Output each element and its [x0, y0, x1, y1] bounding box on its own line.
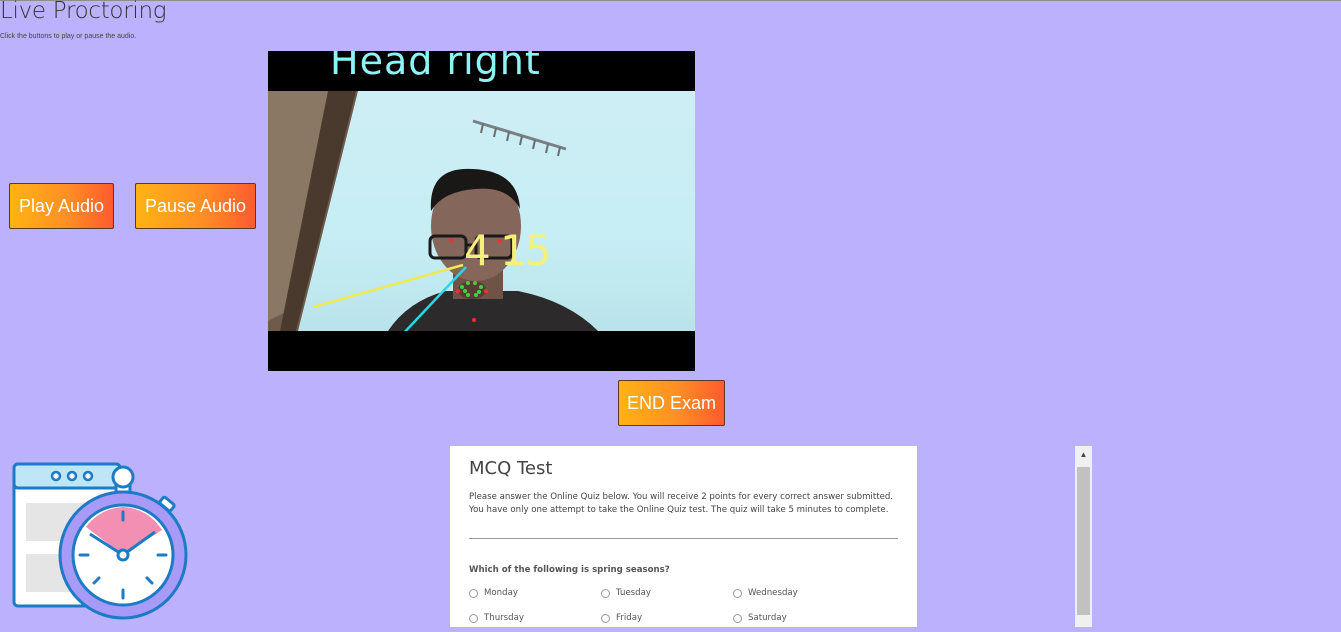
option-saturday[interactable]: Saturday	[733, 613, 787, 623]
play-audio-button[interactable]: Play Audio	[9, 183, 114, 229]
option-monday[interactable]: Monday	[469, 588, 518, 598]
option-label: Thursday	[484, 613, 524, 623]
option-label: Wednesday	[748, 588, 798, 598]
radio-saturday[interactable]	[733, 613, 742, 623]
page-subtitle: Click the buttons to play or pause the a…	[0, 33, 137, 40]
option-label: Friday	[616, 613, 643, 623]
option-friday[interactable]: Friday	[601, 613, 642, 623]
page-title: Live Proctoring	[0, 0, 167, 24]
pause-audio-button[interactable]: Pause Audio	[135, 183, 256, 229]
option-thursday[interactable]: Thursday	[469, 613, 524, 623]
quiz-description: Please answer the Online Quiz below. You…	[469, 492, 894, 515]
quiz-question: Which of the following is spring seasons…	[469, 565, 670, 575]
top-divider	[0, 0, 1341, 1]
quiz-divider	[469, 538, 898, 539]
head-direction-text: Head right	[330, 51, 541, 83]
radio-monday[interactable]	[469, 588, 478, 598]
radio-friday[interactable]	[601, 613, 610, 623]
option-label: Monday	[484, 588, 518, 598]
radio-tuesday[interactable]	[601, 588, 610, 598]
option-tuesday[interactable]: Tuesday	[601, 588, 651, 598]
stopwatch-icon	[10, 460, 200, 627]
scrollbar-thumb[interactable]	[1077, 467, 1090, 615]
option-label: Tuesday	[616, 588, 651, 598]
option-label: Saturday	[748, 613, 787, 623]
arrow-up-icon[interactable]: ▲	[1075, 446, 1092, 463]
end-exam-button[interactable]: END Exam	[618, 380, 725, 426]
radio-thursday[interactable]	[469, 613, 478, 623]
radio-wednesday[interactable]	[733, 588, 742, 598]
pose-angle-readout: 4 15	[464, 226, 552, 275]
webcam-image: 4 15	[268, 91, 695, 331]
quiz-scrollbar[interactable]: ▲	[1075, 446, 1092, 627]
quiz-panel: MCQ Test Please answer the Online Quiz b…	[450, 446, 917, 627]
webcam-feed: 4 15 Head right	[268, 51, 695, 371]
quiz-title: MCQ Test	[469, 458, 553, 479]
option-wednesday[interactable]: Wednesday	[733, 588, 798, 598]
webcam-scene	[268, 91, 598, 331]
